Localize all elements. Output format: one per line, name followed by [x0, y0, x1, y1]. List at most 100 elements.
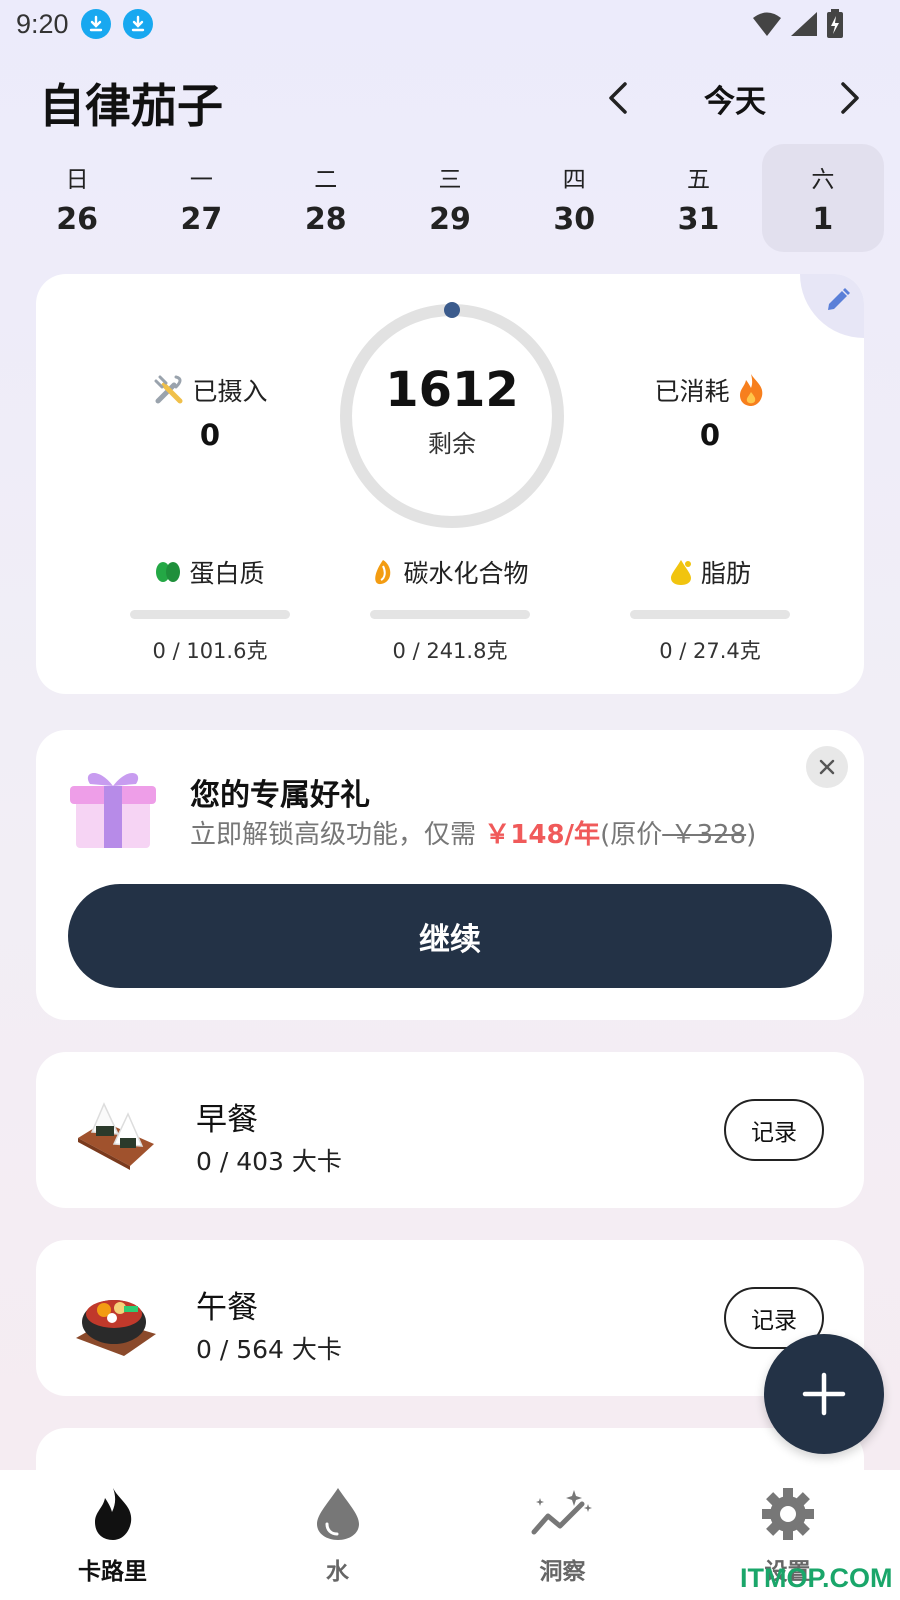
water-drop-icon — [316, 1488, 359, 1540]
day-thu[interactable]: 四 30 — [513, 144, 635, 252]
calorie-summary-card: 已摄入 0 1612 剩余 已消耗 0 蛋白质 0 / 101.6克 碳水化合物 — [36, 274, 864, 694]
meal-card-lunch[interactable]: 午餐 0 / 564 大卡 记录 — [36, 1240, 864, 1396]
day-sun[interactable]: 日 26 — [16, 144, 138, 252]
download-icon — [80, 9, 111, 39]
nav-label: 卡路里 — [78, 1559, 147, 1585]
chevron-right-icon — [841, 82, 859, 114]
edit-goal-button[interactable] — [800, 274, 864, 338]
offer-text: 立即解锁高级功能，仅需 ￥148/年(原价 ￥328) — [190, 814, 756, 851]
plus-icon — [802, 1372, 846, 1416]
macro-fat-bar — [630, 610, 790, 619]
battery-icon — [827, 9, 843, 38]
chevron-left-icon — [609, 82, 627, 114]
gear-icon — [761, 1488, 814, 1540]
nav-label: 洞察 — [539, 1559, 586, 1585]
continue-button[interactable]: 继续 — [68, 884, 832, 988]
meal-card-breakfast[interactable]: 早餐 0 / 403 大卡 记录 — [36, 1052, 864, 1208]
day-name: 五 — [687, 166, 711, 193]
burned-stat: 已消耗 0 — [610, 372, 810, 452]
remaining-label: 剩余 — [428, 430, 476, 458]
day-mon[interactable]: 一 27 — [140, 144, 262, 252]
close-offer-button[interactable] — [806, 746, 848, 788]
remaining-ring: 1612 剩余 — [336, 300, 568, 532]
offer-price: ￥148/年 — [484, 820, 601, 850]
macro-fat: 脂肪 0 / 27.4克 — [600, 554, 820, 665]
insights-chart-icon — [531, 1490, 592, 1535]
macro-fat-value: 0 / 27.4克 — [659, 639, 761, 663]
day-fri[interactable]: 五 31 — [637, 144, 759, 252]
intake-value: 0 — [199, 418, 221, 452]
remaining-value: 1612 — [385, 362, 519, 418]
week-strip: 日 26 一 27 二 28 三 29 四 30 五 31 六1 — [16, 144, 886, 254]
flame-icon — [739, 374, 762, 406]
day-tue[interactable]: 二 28 — [265, 144, 387, 252]
offer-text-prefix: 立即解锁高级功能，仅需 — [190, 820, 477, 850]
current-date-label[interactable]: 今天 — [660, 76, 810, 121]
watermark: ITMOP.COM — [740, 1563, 893, 1593]
intake-stat: 已摄入 0 — [110, 372, 310, 452]
day-name: 四 — [562, 166, 586, 193]
day-sat-selected[interactable]: 六1 — [761, 144, 884, 252]
prev-day-button[interactable] — [600, 78, 636, 118]
offer-original-price: ￥328 — [662, 820, 747, 850]
download-icon — [122, 9, 153, 39]
status-icons — [752, 9, 844, 39]
grain-icon — [375, 560, 391, 585]
nav-label: 水 — [326, 1559, 349, 1585]
stew-pot-icon — [76, 1300, 156, 1356]
nav-water[interactable]: 水 — [225, 1470, 450, 1600]
meal-name: 早餐 — [196, 1102, 258, 1138]
pencil-icon — [828, 288, 850, 310]
day-number: 30 — [553, 201, 596, 237]
status-time: 9:20 — [16, 8, 69, 39]
macro-carbs-label: 碳水化合物 — [403, 559, 529, 588]
app-title: 自律茄子 — [39, 79, 223, 133]
signal-icon — [791, 12, 817, 36]
day-name: 一 — [189, 166, 213, 193]
offer-original-close: ) — [746, 820, 757, 850]
premium-offer-card: 您的专属好礼 立即解锁高级功能，仅需 ￥148/年(原价 ￥328) 继续 — [36, 730, 864, 1020]
day-name: 三 — [438, 166, 462, 193]
day-number: 1 — [812, 201, 834, 237]
meal-calories: 0 / 564 大卡 — [196, 1335, 342, 1364]
day-number: 31 — [677, 201, 720, 237]
ring-progress-dot — [444, 302, 460, 318]
day-name: 六 — [811, 166, 835, 193]
macro-fat-label: 脂肪 — [700, 559, 751, 588]
burned-label: 已消耗 — [654, 377, 730, 406]
day-number: 26 — [56, 201, 99, 237]
macro-carbs-value: 0 / 241.8克 — [392, 639, 508, 663]
oil-drop-icon — [670, 560, 691, 585]
day-number: 28 — [304, 201, 347, 237]
wifi-icon — [753, 12, 781, 36]
record-breakfast-button[interactable]: 记录 — [724, 1099, 824, 1161]
onigiri-icon — [78, 1102, 154, 1170]
macro-protein-label: 蛋白质 — [189, 559, 265, 588]
offer-title: 您的专属好礼 — [190, 778, 370, 813]
macro-carbs-bar — [370, 610, 530, 619]
status-bar: 9:20 — [0, 0, 900, 48]
intake-label: 已摄入 — [192, 377, 268, 406]
burned-value: 0 — [699, 418, 721, 452]
offer-original-open: (原价 — [600, 820, 663, 850]
nav-insights[interactable]: 洞察 — [450, 1470, 675, 1600]
day-number: 29 — [429, 201, 471, 237]
day-number: 27 — [180, 201, 223, 237]
close-icon — [819, 759, 835, 775]
add-button[interactable] — [764, 1334, 884, 1454]
meal-name: 午餐 — [196, 1290, 258, 1326]
meal-calories: 0 / 403 大卡 — [196, 1147, 342, 1176]
flame-icon — [94, 1488, 131, 1540]
macro-protein: 蛋白质 0 / 101.6克 — [100, 554, 320, 665]
macro-carbs: 碳水化合物 0 / 241.8克 — [340, 554, 560, 665]
day-name: 日 — [65, 166, 89, 193]
utensils-icon — [154, 375, 183, 404]
macro-protein-bar — [130, 610, 290, 619]
gift-icon — [70, 772, 156, 848]
macro-protein-value: 0 / 101.6克 — [152, 639, 268, 663]
day-name: 二 — [314, 166, 338, 193]
nav-calories[interactable]: 卡路里 — [0, 1470, 225, 1600]
next-day-button[interactable] — [832, 78, 868, 118]
day-wed[interactable]: 三 29 — [389, 144, 511, 252]
header: 自律茄子 今天 — [0, 64, 900, 134]
